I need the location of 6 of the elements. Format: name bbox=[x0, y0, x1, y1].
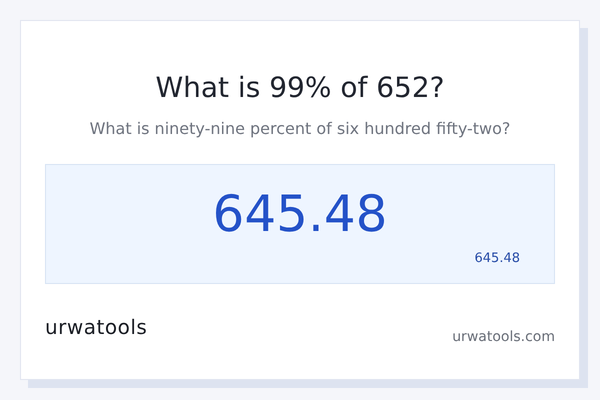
subtitle: What is ninety-nine percent of six hundred fifty-two? bbox=[88, 118, 512, 138]
domain-text: urwatools.com bbox=[452, 328, 555, 347]
title: What is 99% of 652? bbox=[154, 70, 446, 105]
result-caption: 645.48 bbox=[474, 250, 520, 266]
logo: urwatools bbox=[45, 314, 148, 341]
result-value: 645.48 bbox=[212, 184, 388, 239]
